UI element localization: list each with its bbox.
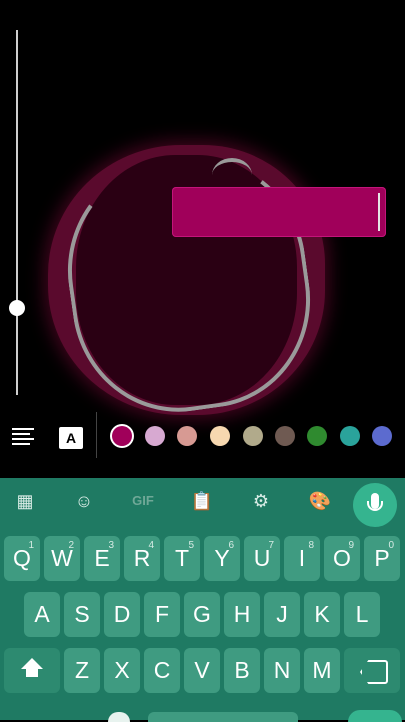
color-swatch[interactable] — [145, 426, 165, 446]
key-r[interactable]: 4R — [124, 536, 160, 581]
key-j[interactable]: J — [264, 592, 300, 637]
mic-stand — [367, 501, 383, 511]
shift-icon — [21, 658, 43, 669]
key-v[interactable]: V — [184, 648, 220, 693]
toolbar-divider — [96, 412, 97, 458]
text-input-box[interactable] — [172, 187, 386, 237]
text-cursor — [378, 193, 380, 231]
key-f[interactable]: F — [144, 592, 180, 637]
soft-keyboard: ▦ ☺ GIF 📋 ⚙ 🎨 1Q 2W 3E 4R 5T 6Y 7U 8I 9O… — [0, 478, 405, 722]
key-o[interactable]: 9O — [324, 536, 360, 581]
key-m[interactable]: M — [304, 648, 340, 693]
key-h[interactable]: H — [224, 592, 260, 637]
key-k[interactable]: K — [304, 592, 340, 637]
color-swatch[interactable] — [177, 426, 197, 446]
settings-gear-icon[interactable]: ⚙ — [247, 487, 275, 515]
color-swatch[interactable] — [275, 426, 295, 446]
shift-key[interactable] — [4, 648, 60, 693]
key-s[interactable]: S — [64, 592, 100, 637]
spacebar-partial[interactable] — [148, 712, 298, 722]
text-background-button[interactable]: A — [59, 427, 83, 449]
color-swatch[interactable] — [340, 426, 360, 446]
palette-icon[interactable]: 🎨 — [306, 487, 334, 515]
key-n[interactable]: N — [264, 648, 300, 693]
color-swatch[interactable] — [210, 426, 230, 446]
color-swatch[interactable] — [243, 426, 263, 446]
emoji-key-partial[interactable] — [108, 712, 130, 722]
text-style-toolbar: A — [0, 412, 405, 462]
color-swatch[interactable] — [307, 426, 327, 446]
key-u[interactable]: 7U — [244, 536, 280, 581]
key-p[interactable]: 0P — [364, 536, 400, 581]
story-canvas[interactable]: A — [0, 0, 405, 478]
enter-key-partial[interactable] — [348, 710, 402, 722]
key-q[interactable]: 1Q — [4, 536, 40, 581]
microphone-icon[interactable] — [353, 483, 397, 527]
key-z[interactable]: Z — [64, 648, 100, 693]
key-w[interactable]: 2W — [44, 536, 80, 581]
key-b[interactable]: B — [224, 648, 260, 693]
color-swatch[interactable] — [372, 426, 392, 446]
clipboard-icon[interactable]: 📋 — [188, 487, 216, 515]
brush-size-slider-thumb[interactable] — [9, 300, 25, 316]
gif-icon[interactable]: GIF — [129, 487, 157, 515]
key-e[interactable]: 3E — [84, 536, 120, 581]
brush-size-slider-track[interactable] — [16, 30, 18, 395]
key-l[interactable]: L — [344, 592, 380, 637]
keyboard-bottom-row-partial — [0, 706, 405, 722]
backspace-icon — [360, 660, 388, 684]
apps-grid-icon[interactable]: ▦ — [11, 487, 39, 515]
backspace-key[interactable] — [344, 648, 400, 693]
keyboard-toolbar: ▦ ☺ GIF 📋 ⚙ 🎨 — [0, 478, 405, 527]
key-x[interactable]: X — [104, 648, 140, 693]
key-g[interactable]: G — [184, 592, 220, 637]
shift-icon-stem — [26, 669, 38, 677]
align-justify-icon[interactable] — [12, 428, 34, 448]
key-a[interactable]: A — [24, 592, 60, 637]
key-d[interactable]: D — [104, 592, 140, 637]
sticker-icon[interactable]: ☺ — [70, 487, 98, 515]
key-c[interactable]: C — [144, 648, 180, 693]
color-swatch[interactable] — [112, 426, 132, 446]
key-i[interactable]: 8I — [284, 536, 320, 581]
key-y[interactable]: 6Y — [204, 536, 240, 581]
key-t[interactable]: 5T — [164, 536, 200, 581]
